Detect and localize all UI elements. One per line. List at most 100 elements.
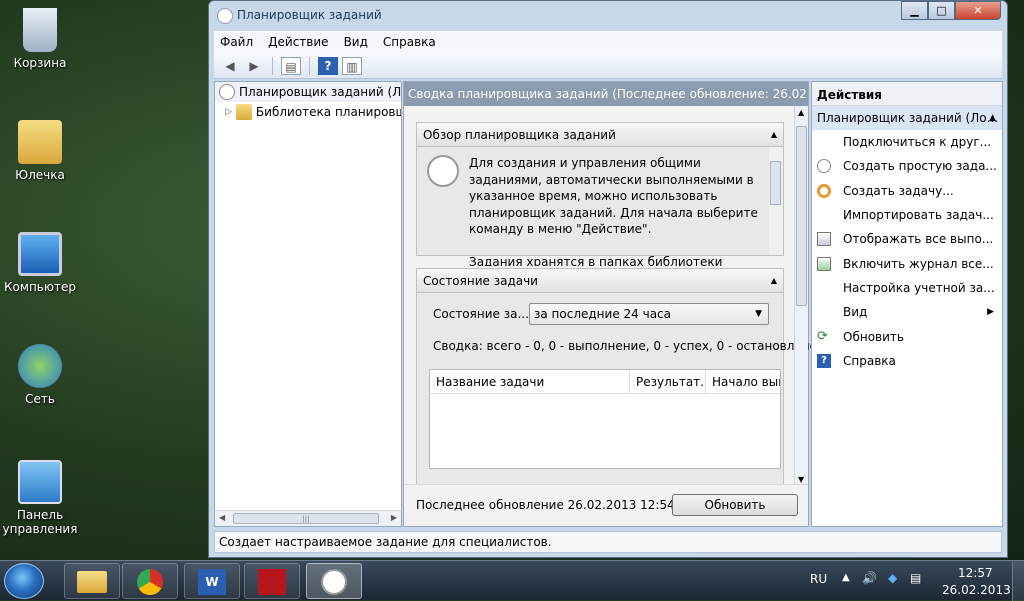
horizontal-scrollbar[interactable]: ◀ ||| ▶: [215, 510, 401, 526]
actions-group-label: Планировщик заданий (Ло...: [817, 111, 999, 125]
menu-action[interactable]: Действие: [268, 35, 328, 49]
action-label: Создать задачу...: [843, 183, 954, 198]
action-label: Обновить: [843, 329, 904, 344]
overview-section-header[interactable]: Обзор планировщика заданий ▲: [417, 123, 783, 147]
task-scheduler-window: Планировщик заданий ▁ □ ✕ Файл Действие …: [208, 0, 1008, 558]
help-icon[interactable]: ?: [318, 56, 338, 75]
minimize-button[interactable]: ▁: [901, 1, 928, 20]
action-label: Настройка учетной за...: [843, 280, 995, 295]
recycle-bin-icon: [23, 8, 57, 52]
menu-file[interactable]: Файл: [220, 35, 253, 49]
action-label: Отображать все выпо...: [843, 232, 994, 247]
maximize-button[interactable]: □: [928, 1, 955, 20]
show-hidden-icons-icon[interactable]: ▲: [842, 572, 850, 583]
taskbar-task-scheduler[interactable]: [306, 563, 362, 599]
desktop-icon-network[interactable]: Сеть: [0, 344, 80, 406]
status-period-area: Состояние за... за последние 24 часа ▼: [417, 293, 783, 333]
language-indicator[interactable]: RU: [810, 572, 827, 586]
close-button[interactable]: ✕: [955, 1, 1001, 20]
taskbar-acrobat[interactable]: [244, 563, 300, 599]
column-header-task-name[interactable]: Название задачи: [430, 370, 630, 394]
explorer-icon: [77, 571, 107, 593]
folder-icon: [235, 104, 252, 120]
task-status-section-header[interactable]: Состояние задачи ▲: [417, 269, 783, 293]
actions-pane: Действия Планировщик заданий (Ло... ▲ По…: [811, 81, 1003, 527]
tasks-table: Название задачи Результат... Начало вып: [429, 369, 781, 469]
action-create-basic-task[interactable]: Создать простую зада...: [812, 154, 1002, 178]
column-header-result[interactable]: Результат...: [630, 370, 706, 394]
status-summary: Сводка: всего - 0, 0 - выполнение, 0 - у…: [433, 339, 833, 353]
clock-time[interactable]: 12:57: [958, 566, 993, 580]
action-account-settings[interactable]: Настройка учетной за...: [812, 276, 1002, 300]
action-view[interactable]: Вид ▶: [812, 300, 1002, 324]
show-desktop-button[interactable]: [1012, 561, 1024, 601]
expand-arrow-icon[interactable]: ▷: [225, 107, 232, 117]
show-hide-action-pane-icon[interactable]: ▥: [342, 56, 362, 75]
menu-bar: Файл Действие Вид Справка: [214, 31, 1002, 53]
scroll-down-icon[interactable]: ▼: [798, 475, 804, 484]
show-hide-console-tree-icon[interactable]: ▤: [281, 56, 301, 75]
back-arrow-icon[interactable]: ◀: [220, 57, 240, 75]
scroll-right-icon[interactable]: ▶: [391, 513, 397, 522]
create-basic-task-icon: [817, 159, 831, 174]
status-period-label: Состояние за...: [433, 307, 529, 321]
account-icon: [817, 281, 831, 295]
view-icon: [817, 305, 831, 319]
tree-item-task-library[interactable]: ▷ Библиотека планировщика заданий: [215, 102, 401, 122]
action-label: Включить журнал все...: [843, 256, 994, 271]
scroll-left-icon[interactable]: ◀: [219, 513, 225, 522]
refresh-button[interactable]: Обновить: [672, 494, 798, 516]
overview-text: Для создания и управления общими задания…: [469, 156, 758, 236]
action-refresh[interactable]: ⟳ Обновить: [812, 324, 1002, 348]
volume-icon[interactable]: 🔊: [862, 571, 877, 585]
section-title: Состояние задачи: [423, 274, 538, 288]
taskbar-word[interactable]: W: [184, 563, 240, 599]
overview-section: Обзор планировщика заданий ▲ Для создани…: [416, 122, 784, 266]
collapse-icon[interactable]: ▲: [771, 123, 777, 147]
taskbar-explorer[interactable]: [64, 563, 120, 599]
vertical-scrollbar[interactable]: ▲ ▼: [794, 106, 808, 486]
action-display-running[interactable]: Отображать все выпо...: [812, 227, 1002, 251]
desktop-icon-control-panel[interactable]: Панель управления: [0, 460, 80, 536]
chrome-icon: [137, 569, 163, 595]
help-icon: ?: [817, 353, 831, 368]
scrollbar-thumb[interactable]: [770, 161, 781, 205]
menu-view[interactable]: Вид: [344, 35, 368, 49]
status-period-select[interactable]: за последние 24 часа ▼: [529, 303, 769, 325]
start-button[interactable]: [4, 563, 44, 599]
menu-help[interactable]: Справка: [383, 35, 436, 49]
task-status-section: Состояние задачи ▲ Состояние за... за по…: [416, 268, 832, 486]
network-tray-icon[interactable]: ▤: [910, 571, 921, 585]
desktop-icon-computer[interactable]: Компьютер: [0, 232, 80, 294]
scrollbar-thumb[interactable]: |||: [233, 513, 379, 524]
forward-arrow-icon[interactable]: ▶: [244, 57, 264, 75]
action-help[interactable]: ? Справка: [812, 349, 1002, 373]
clock-date[interactable]: 26.02.2013: [942, 583, 1011, 597]
action-enable-history[interactable]: Включить журнал все...: [812, 251, 1002, 275]
acrobat-icon: [258, 569, 286, 595]
collapse-icon[interactable]: ▲: [771, 269, 777, 293]
title-bar[interactable]: Планировщик заданий ▁ □ ✕: [209, 1, 1007, 31]
taskbar-chrome[interactable]: [122, 563, 178, 599]
dropbox-icon[interactable]: ◆: [888, 571, 897, 585]
actions-group-header[interactable]: Планировщик заданий (Ло... ▲: [812, 106, 1002, 130]
user-folder-icon: [18, 120, 62, 164]
create-task-icon: [817, 183, 831, 198]
section-title: Обзор планировщика заданий: [423, 128, 616, 142]
action-connect[interactable]: Подключиться к друг...: [812, 130, 1002, 154]
action-import-task[interactable]: Импортировать задач...: [812, 203, 1002, 227]
column-header-start[interactable]: Начало вып: [706, 370, 780, 394]
tree-item-task-scheduler-local[interactable]: Планировщик заданий (Локальный): [215, 82, 401, 102]
desktop-icon-label: Сеть: [25, 392, 55, 406]
import-icon: [817, 208, 831, 222]
overview-scrollbar[interactable]: [769, 147, 783, 255]
desktop-icon-user-folder[interactable]: Юлечка: [0, 120, 80, 182]
status-period-value: за последние 24 часа: [534, 307, 672, 321]
scrollbar-thumb[interactable]: [796, 126, 807, 306]
collapse-icon[interactable]: ▲: [989, 106, 996, 130]
desktop-icon-recycle-bin[interactable]: Корзина: [0, 8, 80, 70]
scroll-up-icon[interactable]: ▲: [798, 108, 804, 117]
action-create-task[interactable]: Создать задачу...: [812, 179, 1002, 203]
action-label: Вид: [843, 305, 868, 320]
action-label: Импортировать задач...: [843, 208, 994, 223]
